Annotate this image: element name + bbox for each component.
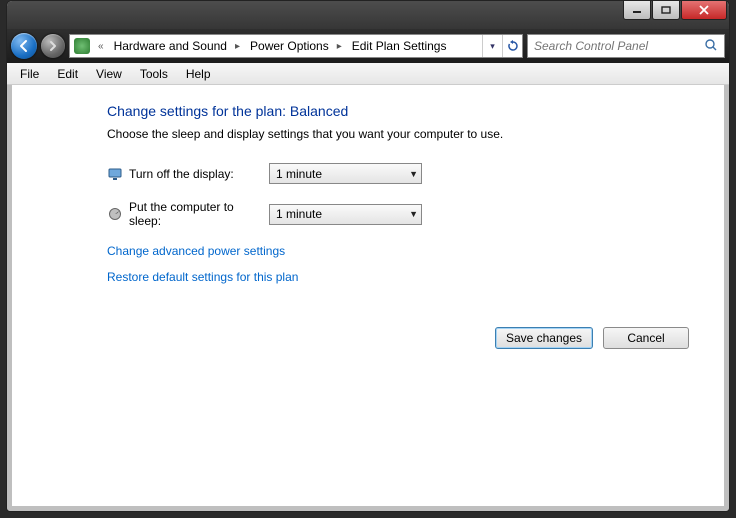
footer-buttons: Save changes Cancel [495,327,689,349]
search-icon [704,38,718,55]
crumb-leading: « [94,41,108,52]
display-icon [107,166,123,182]
cancel-button[interactable]: Cancel [603,327,689,349]
back-button[interactable] [11,33,37,59]
menu-edit[interactable]: Edit [48,65,87,83]
search-box[interactable] [527,34,725,58]
chevron-right-icon: ▸ [333,41,346,52]
chevron-right-icon: ▸ [231,41,244,52]
setting-label: Turn off the display: [129,167,269,181]
maximize-button[interactable] [652,1,680,20]
menu-help[interactable]: Help [177,65,220,83]
advanced-settings-link[interactable]: Change advanced power settings [107,244,285,258]
breadcrumb-power-options[interactable]: Power Options [244,35,333,57]
menu-tools[interactable]: Tools [131,65,177,83]
restore-defaults-link[interactable]: Restore default settings for this plan [107,270,298,284]
close-button[interactable] [681,1,727,20]
menu-bar: File Edit View Tools Help [7,63,729,85]
window: « Hardware and Sound ▸ Power Options ▸ E… [6,0,730,512]
chevron-down-icon: ▼ [409,209,418,219]
page-description: Choose the sleep and display settings th… [107,127,689,141]
search-input[interactable] [534,39,704,53]
address-bar[interactable]: « Hardware and Sound ▸ Power Options ▸ E… [69,34,523,58]
links-section: Change advanced power settings Restore d… [107,244,689,296]
setting-row-sleep: Put the computer to sleep: 1 minute ▼ [107,200,689,228]
forward-button[interactable] [41,34,65,58]
setting-label: Put the computer to sleep: [129,200,269,228]
address-dropdown[interactable]: ▾ [482,35,502,57]
sleep-timeout-select[interactable]: 1 minute ▼ [269,204,422,225]
titlebar [7,1,729,29]
display-timeout-select[interactable]: 1 minute ▼ [269,163,422,184]
save-button[interactable]: Save changes [495,327,593,349]
menu-view[interactable]: View [87,65,131,83]
minimize-button[interactable] [623,1,651,20]
breadcrumb-edit-plan[interactable]: Edit Plan Settings [346,35,451,57]
chevron-down-icon: ▼ [409,169,418,179]
control-panel-icon [74,38,90,54]
nav-bar: « Hardware and Sound ▸ Power Options ▸ E… [7,29,729,63]
refresh-button[interactable] [502,35,522,57]
setting-row-display: Turn off the display: 1 minute ▼ [107,163,689,184]
menu-file[interactable]: File [11,65,48,83]
page-heading: Change settings for the plan: Balanced [107,103,689,119]
content-area: Change settings for the plan: Balanced C… [7,85,729,296]
sleep-icon [107,206,123,222]
breadcrumb-hardware-sound[interactable]: Hardware and Sound [108,35,231,57]
select-value: 1 minute [276,167,322,181]
select-value: 1 minute [276,207,322,221]
